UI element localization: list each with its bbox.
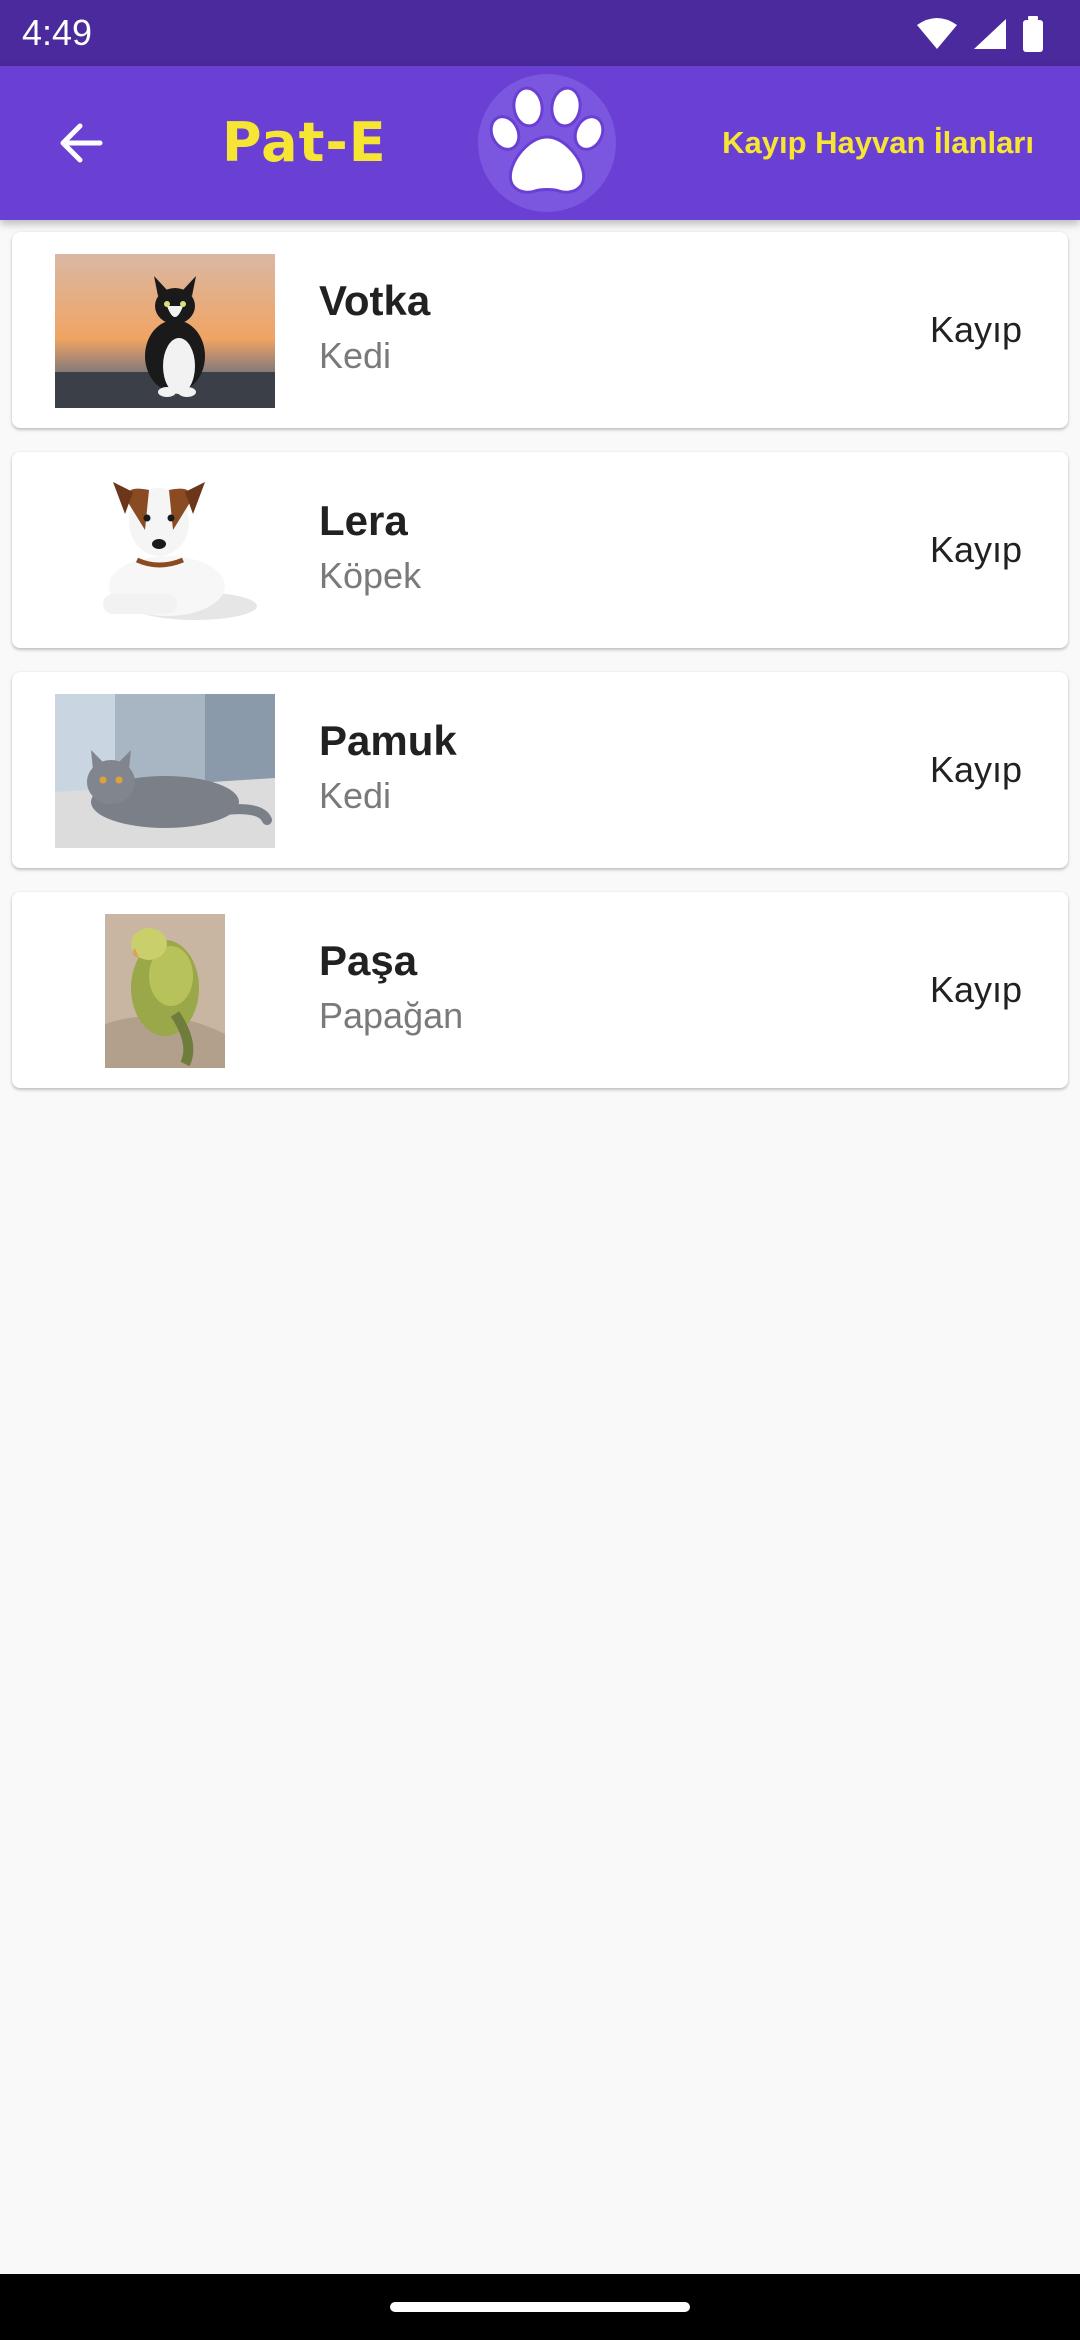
back-button[interactable]: [44, 106, 118, 180]
home-gesture-handle[interactable]: [390, 2302, 690, 2312]
pet-status: Kayıp: [929, 309, 1022, 350]
pet-photo: [55, 694, 275, 848]
paw-logo: [478, 74, 616, 212]
page-title: Kayıp Hayvan İlanları: [722, 125, 1034, 160]
lost-pet-list: Votka Kedi Kayıp Lera Köpek Kayıp Pamuk …: [12, 232, 1068, 1112]
pet-status: Kayıp: [929, 749, 1022, 790]
pet-photo: [55, 474, 275, 628]
status-time: 4:49: [22, 12, 93, 53]
battery-icon: [1023, 16, 1043, 52]
pet-type: Kedi: [319, 775, 392, 816]
pet-card-votka[interactable]: Votka Kedi Kayıp: [12, 232, 1068, 428]
status-icons: [916, 14, 1044, 54]
arrow-left-icon: [60, 123, 103, 163]
pet-status: Kayıp: [929, 529, 1022, 570]
pet-card-lera[interactable]: Lera Köpek Kayıp: [12, 452, 1068, 648]
pet-card-pamuk[interactable]: Pamuk Kedi Kayıp: [12, 672, 1068, 868]
pet-type: Papağan: [319, 995, 464, 1036]
cellular-signal-icon: [974, 19, 1006, 49]
status-bar: 4:49: [0, 0, 1080, 66]
pet-name: Pamuk: [319, 717, 457, 764]
paw-icon: [489, 86, 605, 194]
green-parrot-photo: [105, 914, 225, 1068]
pet-card-pasa[interactable]: Paşa Papağan Kayıp: [12, 892, 1068, 1088]
black-white-cat-photo: [55, 254, 275, 408]
wifi-icon: [917, 18, 957, 49]
jack-russell-dog-photo: [55, 474, 275, 628]
pet-photo: [55, 914, 275, 1068]
pet-type: Kedi: [319, 335, 392, 376]
pet-type: Köpek: [319, 555, 422, 596]
brand-title: Pat-E: [222, 111, 387, 174]
grey-british-cat-photo: [55, 694, 275, 848]
pet-name: Votka: [319, 277, 431, 324]
app-bar: Pat-E Kayıp Hayvan İlanları: [0, 66, 1080, 220]
pet-photo: [55, 254, 275, 408]
pet-status: Kayıp: [929, 969, 1022, 1010]
pet-name: Paşa: [319, 937, 418, 984]
pet-name: Lera: [319, 497, 408, 544]
